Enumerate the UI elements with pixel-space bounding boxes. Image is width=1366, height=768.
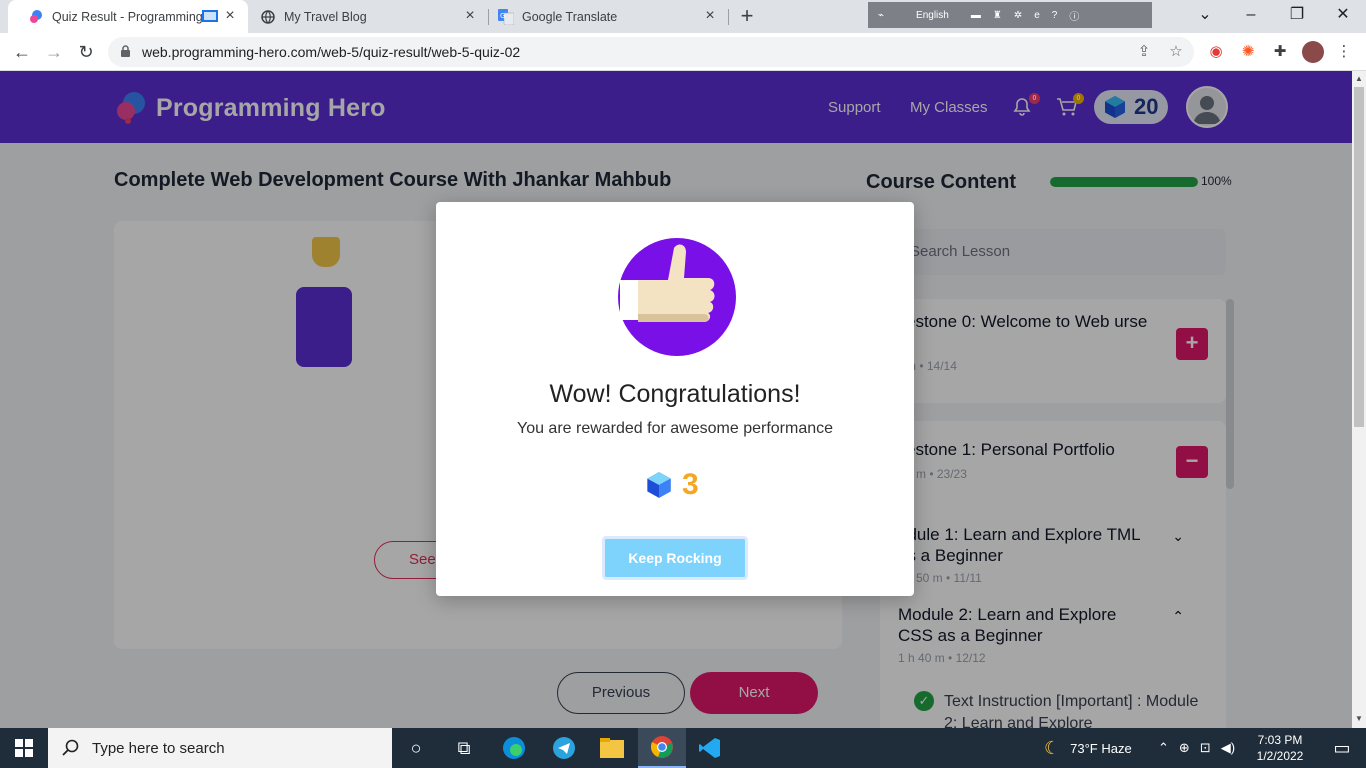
browser-toolbar: ← → ↻ web.programming-hero.com/web-5/qui… <box>0 33 1366 71</box>
windows-logo-icon <box>15 739 33 757</box>
tray-chevron-up-icon[interactable]: ⌃ <box>1158 740 1169 756</box>
scroll-thumb[interactable] <box>1354 87 1364 427</box>
close-window-button[interactable]: ✕ <box>1320 0 1366 30</box>
reload-icon[interactable]: ↻ <box>74 40 98 64</box>
file-explorer-icon[interactable] <box>588 728 636 768</box>
url-text: web.programming-hero.com/web-5/quiz-resu… <box>142 44 521 60</box>
taskbar-search-box[interactable]: Type here to search <box>48 728 392 768</box>
tab-separator <box>728 9 729 25</box>
back-arrow-icon[interactable]: ← <box>10 40 34 64</box>
svg-text:G: G <box>500 12 505 20</box>
tab-title: My Travel Blog <box>284 9 367 24</box>
cortana-icon[interactable]: ○ <box>392 728 440 768</box>
search-icon <box>62 739 79 756</box>
page-scrollbar[interactable]: ▲ ▼ <box>1352 71 1366 728</box>
close-tab-icon[interactable]: × <box>702 8 718 24</box>
reward-amount: 3 <box>646 468 699 502</box>
tab-title: Google Translate <box>522 9 618 24</box>
tray-device-icon[interactable]: ⊕ <box>1179 740 1190 756</box>
ime-icon[interactable]: ⌁ <box>878 10 884 21</box>
keyboard-icon[interactable]: ▬ <box>971 10 981 21</box>
profile-avatar[interactable] <box>1302 41 1324 63</box>
reward-value: 3 <box>682 468 699 501</box>
tab-quiz-result[interactable]: Quiz Result - Programming H × <box>8 0 248 33</box>
info-icon[interactable]: ⓘ <box>1069 8 1079 23</box>
close-tab-icon[interactable]: × <box>462 8 478 24</box>
weather-moon-icon: ☾ <box>1044 737 1061 758</box>
scroll-down-icon[interactable]: ▼ <box>1355 714 1363 723</box>
telegram-icon[interactable] <box>540 728 588 768</box>
language-label[interactable]: English <box>916 10 949 21</box>
close-tab-icon[interactable]: × <box>222 8 238 24</box>
modal-title: Wow! Congratulations! <box>549 380 801 408</box>
system-tray: ⌃ ⊕ ⊡ ◀) <box>1158 728 1235 768</box>
weather-text: 73°F Haze <box>1070 740 1132 756</box>
language-bar: ⌁ English ▬ ♜ ✲ e ? ⓘ <box>868 2 1152 28</box>
lock-icon[interactable] <box>120 45 131 63</box>
minimize-button[interactable]: – <box>1228 0 1274 30</box>
gem-icon <box>647 472 671 498</box>
windows-start-button[interactable] <box>0 728 48 768</box>
clock-time: 7:03 PM <box>1257 733 1303 747</box>
new-tab-button[interactable]: + <box>736 5 758 28</box>
extension-icon[interactable]: ✺ <box>1238 42 1258 62</box>
edge-browser-icon[interactable] <box>490 728 538 768</box>
settings-icon[interactable]: ✲ <box>1014 10 1022 21</box>
ie-icon[interactable]: e <box>1034 10 1040 21</box>
extensions-puzzle-icon[interactable]: ✚ <box>1270 42 1290 62</box>
address-bar[interactable]: web.programming-hero.com/web-5/quiz-resu… <box>108 37 1194 67</box>
menu-dots-icon[interactable]: ⋮ <box>1334 42 1354 62</box>
screen-share-icon <box>202 10 218 22</box>
chrome-icon[interactable] <box>638 728 686 768</box>
browser-tab-strip: Quiz Result - Programming H × My Travel … <box>0 0 1366 33</box>
network-icon[interactable]: ⊡ <box>1200 740 1211 756</box>
globe-icon <box>260 9 276 25</box>
help-icon[interactable]: ? <box>1052 10 1058 21</box>
google-translate-icon: G <box>498 8 514 25</box>
tool-icon[interactable]: ♜ <box>993 10 1002 21</box>
modal-subtitle: You are rewarded for awesome performance <box>516 420 834 437</box>
tab-my-travel-blog[interactable]: My Travel Blog × <box>248 0 488 33</box>
keep-rocking-button[interactable]: Keep Rocking <box>602 536 748 580</box>
tab-title: Quiz Result - Programming H <box>52 9 202 24</box>
clock-date: 1/2/2022 <box>1256 749 1304 763</box>
share-icon[interactable]: ⇪ <box>1134 42 1154 62</box>
tab-search-chevron-icon[interactable]: ⌄ <box>1182 0 1228 30</box>
thumbs-up-icon <box>618 238 736 356</box>
programming-hero-favicon-icon <box>28 9 44 25</box>
bookmark-star-icon[interactable]: ☆ <box>1166 42 1186 62</box>
restore-button[interactable]: ❐ <box>1274 0 1320 30</box>
scroll-up-icon[interactable]: ▲ <box>1355 74 1363 83</box>
record-extension-icon[interactable]: ◉ <box>1206 42 1226 62</box>
forward-arrow-icon[interactable]: → <box>42 40 66 64</box>
congratulations-modal: Wow! Congratulations! You are rewarded f… <box>436 202 914 596</box>
weather-widget[interactable]: ☾ 73°F Haze <box>1044 728 1132 768</box>
taskbar-clock[interactable]: 7:03 PM 1/2/2022 <box>1250 732 1310 764</box>
volume-icon[interactable]: ◀) <box>1221 740 1235 756</box>
task-view-icon[interactable]: ⧉ <box>440 728 488 768</box>
notifications-icon[interactable]: ▭ <box>1318 728 1366 768</box>
vscode-icon[interactable] <box>686 728 734 768</box>
taskbar-search-placeholder: Type here to search <box>92 739 225 757</box>
windows-taskbar: Type here to search ○ ⧉ ☾ 73°F Haze ⌃ ⊕ … <box>0 728 1366 768</box>
tab-google-translate[interactable]: G Google Translate × <box>488 0 728 33</box>
